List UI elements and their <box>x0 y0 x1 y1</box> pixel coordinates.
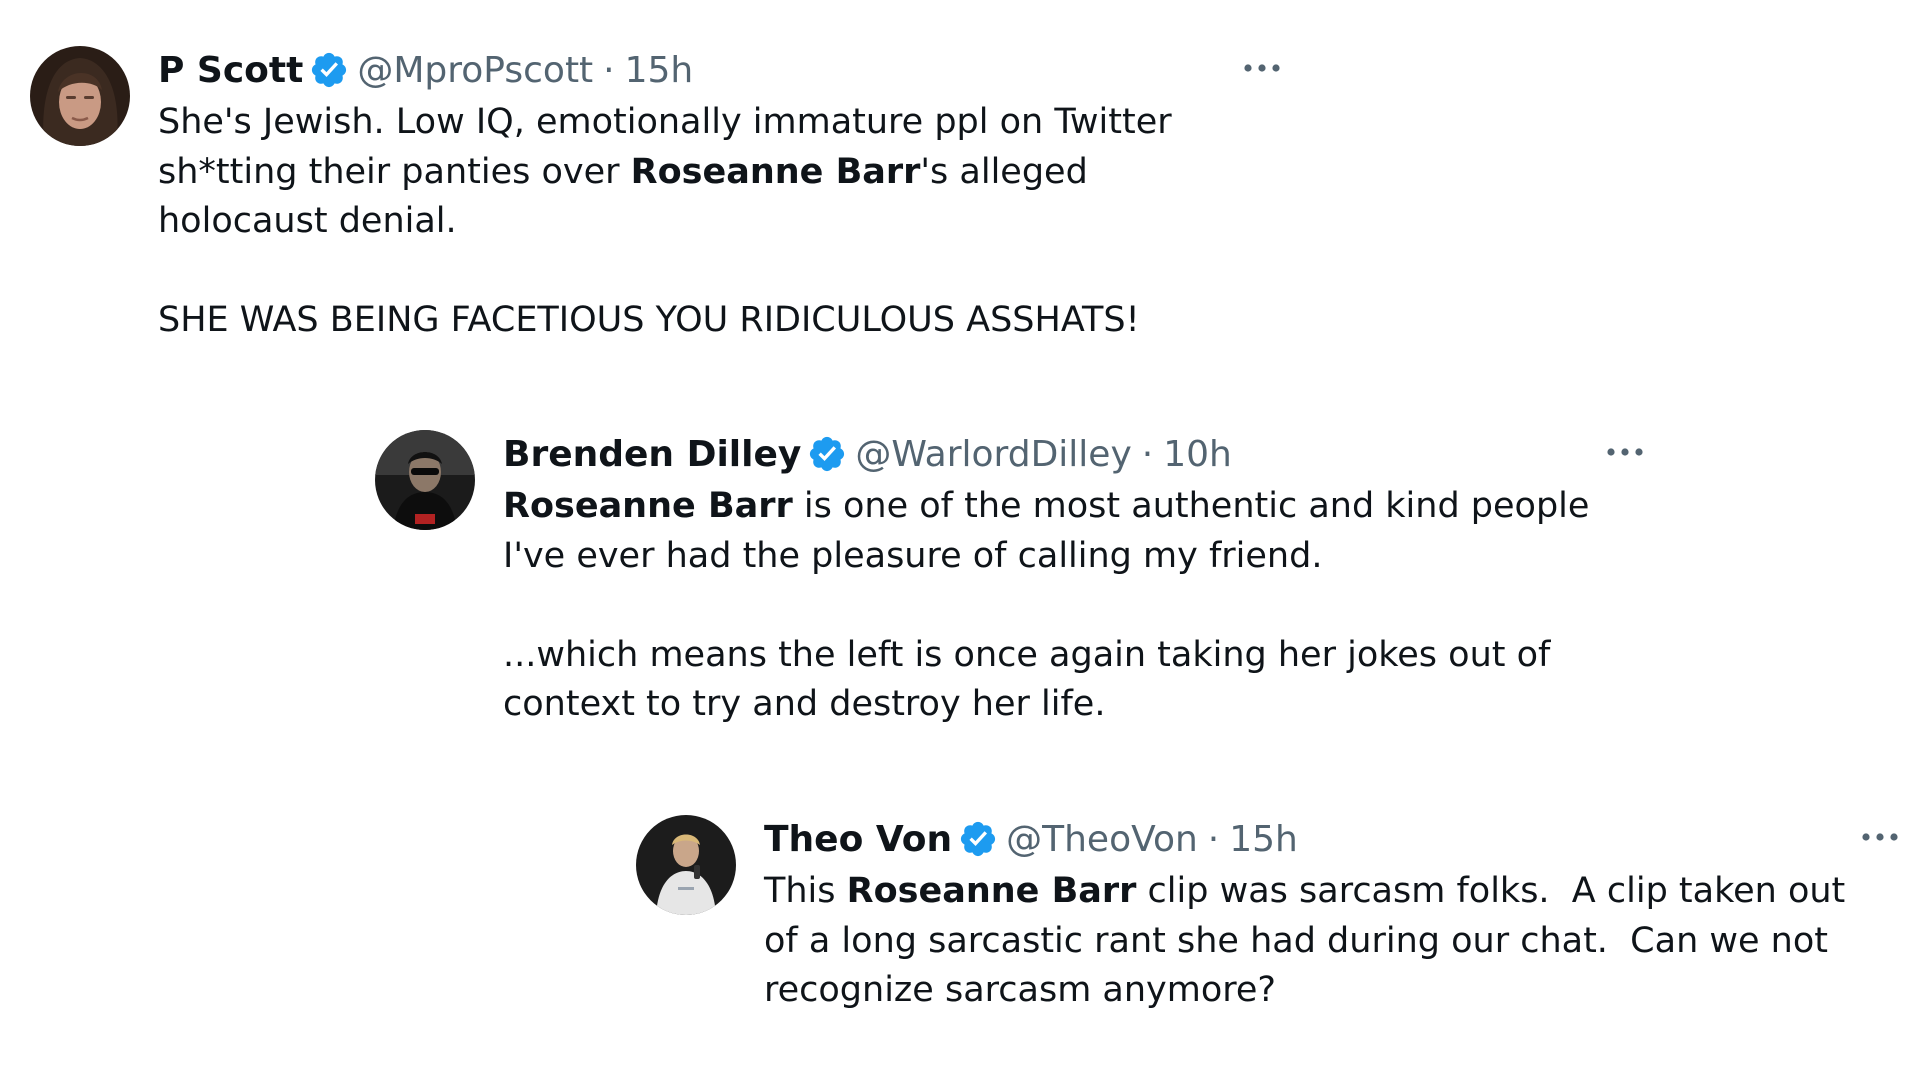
tweet-thread: P Scott @MproPscott · 15h She's Jewish. … <box>0 0 1920 1080</box>
more-options-icon[interactable] <box>1858 817 1902 857</box>
more-options-icon[interactable] <box>1603 432 1647 472</box>
tweet-text: She's Jewish. Low IQ, emotionally immatu… <box>158 98 1218 346</box>
timestamp[interactable]: 15h <box>625 50 694 91</box>
timestamp[interactable]: 10h <box>1163 434 1232 475</box>
user-handle[interactable]: @MproPscott <box>357 50 593 91</box>
tweet-paragraph: ...which means the left is once again ta… <box>503 631 1643 730</box>
tweet-paragraph: This Roseanne Barr clip was sarcasm folk… <box>764 867 1889 1016</box>
separator: · <box>1207 818 1220 860</box>
verified-badge-icon <box>309 50 349 90</box>
avatar[interactable] <box>30 46 130 146</box>
tweet-paragraph: Roseanne Barr is one of the most authent… <box>503 482 1643 581</box>
mentioned-name: Roseanne Barr <box>503 486 793 526</box>
text-segment: ...which means the left is once again ta… <box>503 634 1562 725</box>
text-segment: SHE WAS BEING FACETIOUS YOU RIDICULOUS A… <box>158 300 1140 340</box>
tweet-paragraph: SHE WAS BEING FACETIOUS YOU RIDICULOUS A… <box>158 296 1218 346</box>
tweet-text: This Roseanne Barr clip was sarcasm folk… <box>764 867 1889 1016</box>
tweet-body: Theo Von @TheoVon · 15h This Roseanne Ba… <box>764 815 1898 1016</box>
tweet-body: Brenden Dilley @WarlordDilley · 10h Rose… <box>503 430 1653 730</box>
avatar[interactable] <box>636 815 736 915</box>
verified-badge-icon <box>807 434 847 474</box>
display-name[interactable]: P Scott <box>158 50 303 91</box>
avatar-image <box>30 46 130 146</box>
verified-badge-icon <box>958 819 998 859</box>
tweet-header: P Scott @MproPscott · 15h <box>158 46 1258 94</box>
tweet-header: Brenden Dilley @WarlordDilley · 10h <box>503 430 1653 478</box>
text-segment: This <box>764 871 847 911</box>
display-name[interactable]: Theo Von <box>764 819 952 860</box>
timestamp[interactable]: 15h <box>1229 819 1298 860</box>
tweet-text: Roseanne Barr is one of the most authent… <box>503 482 1643 730</box>
user-handle[interactable]: @WarlordDilley <box>855 434 1131 475</box>
mentioned-name: Roseanne Barr <box>630 151 921 192</box>
mentioned-name: Roseanne Barr <box>846 871 1137 911</box>
separator: · <box>603 49 615 91</box>
avatar[interactable] <box>375 430 475 530</box>
display-name[interactable]: Brenden Dilley <box>503 434 801 475</box>
tweet-paragraph: She's Jewish. Low IQ, emotionally immatu… <box>158 98 1218 247</box>
more-options-icon[interactable] <box>1240 48 1284 88</box>
tweet-header: Theo Von @TheoVon · 15h <box>764 815 1894 863</box>
separator: · <box>1141 433 1154 475</box>
avatar-image <box>636 815 736 915</box>
avatar-image <box>375 430 475 530</box>
tweet-body: P Scott @MproPscott · 15h She's Jewish. … <box>158 46 1280 346</box>
user-handle[interactable]: @TheoVon <box>1006 819 1198 860</box>
